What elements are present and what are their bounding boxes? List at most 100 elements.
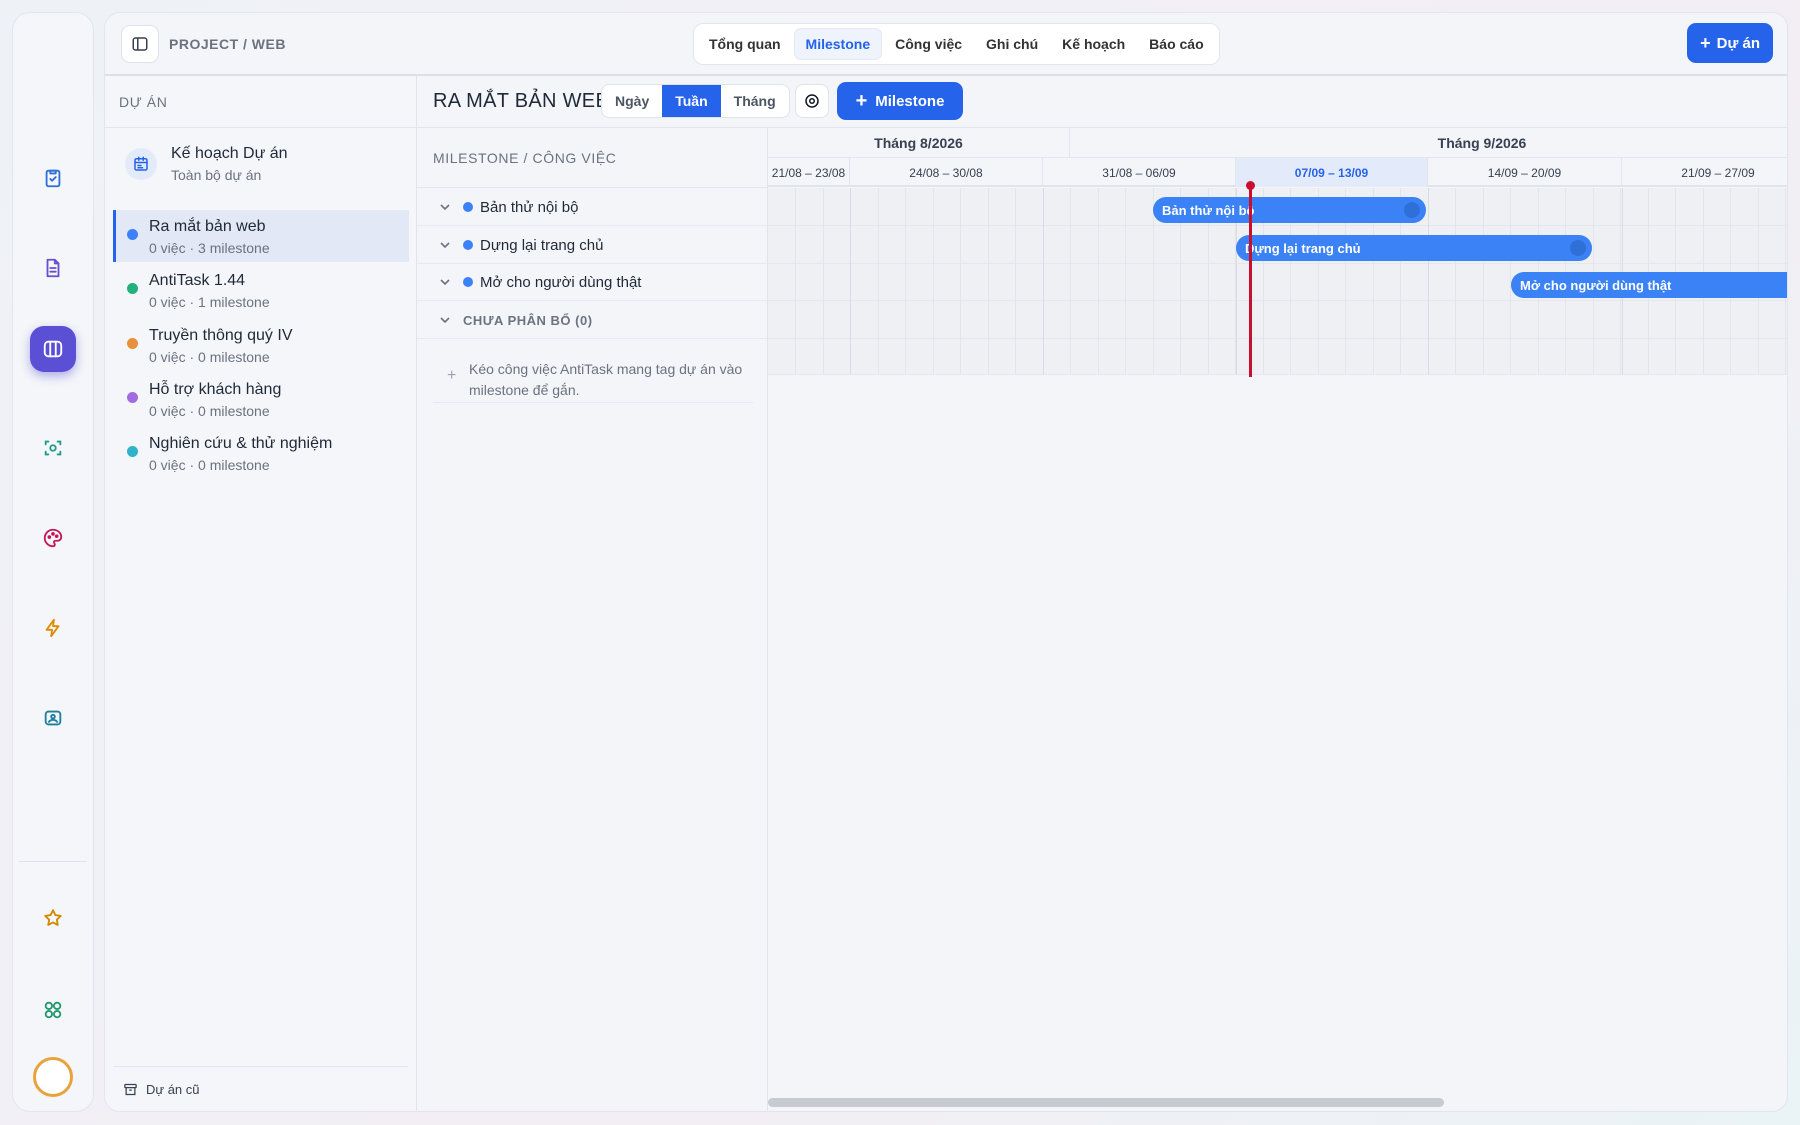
hint-text: Kéo công việc AntiTask mang tag dự án và…: [469, 361, 743, 398]
week-cell: 21/08 – 23/08: [768, 158, 850, 187]
project-meta: 0 việc · 0 milestone: [149, 457, 270, 473]
image-icon[interactable]: [35, 700, 71, 736]
grid-col-line: [795, 188, 796, 375]
archived-projects-button[interactable]: Dự án cũ: [123, 1082, 200, 1097]
project-plan-item[interactable]: Kế hoạch Dự án Toàn bộ dự án: [119, 140, 409, 192]
month-header: Tháng 8/2026 Tháng 9/2026: [768, 128, 1787, 158]
top-bar: PROJECT / WEB Tổng quan Milestone Công v…: [105, 13, 1787, 76]
star-icon[interactable]: [35, 900, 71, 936]
project-panel: DỰ ÁN Kế hoạch Dự án Toàn bộ dự án Ra mắ…: [105, 76, 417, 1111]
week-cell: 21/09 – 27/09: [1622, 158, 1787, 187]
grid-col-line: [1098, 188, 1099, 375]
plan-title: Kế hoạch Dự án: [171, 145, 288, 162]
chevron-down-icon[interactable]: [439, 239, 451, 251]
milestone-label: Bản thử nội bộ: [480, 199, 579, 216]
focus-today-button[interactable]: [795, 84, 829, 118]
milestone-bar[interactable]: Dựng lại trang chủ: [1236, 235, 1592, 261]
milestone-row[interactable]: Bản thử nội bộ: [417, 188, 767, 226]
tab-plan[interactable]: Kế hoạch: [1051, 29, 1136, 59]
project-name: AntiTask 1.44: [149, 272, 246, 289]
week-cell: 31/08 – 06/09: [1043, 158, 1236, 187]
project-name: Ra mắt bản web: [149, 218, 266, 235]
project-name: Truyền thông quý IV: [149, 327, 293, 344]
view-day[interactable]: Ngày: [602, 85, 662, 117]
week-header: 21/08 – 23/08 24/08 – 30/08 31/08 – 06/0…: [768, 158, 1787, 187]
tab-reports[interactable]: Báo cáo: [1138, 29, 1214, 59]
tab-overview[interactable]: Tổng quan: [698, 29, 792, 59]
avatar[interactable]: [33, 1057, 73, 1097]
project-item-web-launch[interactable]: Ra mắt bản web 0 việc · 3 milestone: [113, 210, 409, 262]
document-icon[interactable]: [35, 250, 71, 286]
grid-week-line: [850, 188, 851, 375]
plus-icon: +: [447, 367, 457, 384]
week-cell: 14/09 – 20/09: [1428, 158, 1622, 187]
tab-notes[interactable]: Ghi chú: [975, 29, 1049, 59]
milestone-label: Dựng lại trang chủ: [480, 237, 604, 254]
lightning-icon[interactable]: [35, 610, 71, 646]
tab-milestone[interactable]: Milestone: [793, 28, 883, 60]
milestone-bar[interactable]: Mở cho người dùng thật: [1511, 272, 1787, 298]
page-title: RA MẮT BẢN WEB: [433, 90, 610, 112]
unassigned-row[interactable]: CHƯA PHÂN BỔ (0): [417, 301, 767, 339]
grid-row-line: [768, 300, 1787, 301]
bar-resize-handle[interactable]: [1404, 202, 1420, 218]
grid-week-line: [1428, 188, 1429, 375]
grid-col-line: [878, 188, 879, 375]
week-cell-current: 07/09 – 13/09: [1236, 158, 1428, 187]
project-item-research[interactable]: Nghiên cứu & thử nghiệm 0 việc · 0 miles…: [113, 427, 409, 479]
column-header: MILESTONE / CÔNG VIỆC: [433, 150, 617, 166]
plus-icon: +: [1700, 33, 1711, 53]
bar-label: Dựng lại trang chủ: [1245, 240, 1361, 256]
add-milestone-label: Milestone: [875, 92, 945, 110]
project-item-communications[interactable]: Truyền thông quý IV 0 việc · 0 milestone: [113, 319, 409, 371]
view-week[interactable]: Tuần: [662, 85, 721, 117]
tab-tasks[interactable]: Công việc: [884, 29, 973, 59]
project-item-support[interactable]: Hỗ trợ khách hàng 0 việc · 0 milestone: [113, 373, 409, 425]
today-line: [1249, 184, 1252, 377]
project-item-antitask[interactable]: AntiTask 1.44 0 việc · 1 milestone: [113, 264, 409, 316]
palette-icon[interactable]: [35, 520, 71, 556]
horizontal-scrollbar[interactable]: [768, 1098, 1444, 1107]
grid-col-line: [988, 188, 989, 375]
milestone-bar[interactable]: Bản thử nội bộ: [1153, 197, 1426, 223]
nav-tabs: Tổng quan Milestone Công việc Ghi chú Kế…: [693, 23, 1220, 65]
grid-row-line: [768, 263, 1787, 264]
archive-icon: [124, 1083, 137, 1096]
chevron-down-icon[interactable]: [439, 314, 451, 326]
grid-col-line: [1125, 188, 1126, 375]
breadcrumb: PROJECT / WEB: [169, 36, 286, 52]
grid-row-line: [768, 225, 1787, 226]
milestone-label: Mở cho người dùng thật: [480, 274, 642, 291]
unassigned-label: CHƯA PHÂN BỔ (0): [463, 313, 593, 328]
milestone-row[interactable]: Dựng lại trang chủ: [417, 226, 767, 264]
project-color-dot: [127, 338, 138, 349]
columns-icon[interactable]: [30, 326, 76, 372]
grid-apps-icon[interactable]: [35, 992, 71, 1028]
milestone-dot: [463, 240, 473, 250]
calendar-icon: [125, 148, 157, 180]
scan-icon[interactable]: [35, 430, 71, 466]
plus-icon: +: [855, 90, 868, 112]
grid-week-line: [1043, 188, 1044, 375]
project-color-dot: [127, 283, 138, 294]
chevron-down-icon[interactable]: [439, 276, 451, 288]
sidebar-toggle-button[interactable]: [121, 25, 159, 63]
bar-resize-handle[interactable]: [1570, 240, 1586, 256]
add-milestone-button[interactable]: + Milestone: [837, 82, 963, 120]
view-toggle: Ngày Tuần Tháng: [601, 84, 790, 118]
drop-hint: + Kéo công việc AntiTask mang tag dự án …: [433, 353, 753, 403]
clipboard-check-icon[interactable]: [35, 160, 71, 196]
new-project-label: Dự án: [1716, 34, 1760, 52]
grid-row-line: [768, 338, 1787, 339]
milestone-list: MILESTONE / CÔNG VIỆC Bản thử nội bộ Dựn…: [417, 128, 768, 1111]
new-project-button[interactable]: + Dự án: [1687, 23, 1773, 63]
milestone-row[interactable]: Mở cho người dùng thật: [417, 263, 767, 301]
chevron-down-icon[interactable]: [439, 201, 451, 213]
month-september: Tháng 9/2026: [1437, 135, 1527, 151]
main-window: PROJECT / WEB Tổng quan Milestone Công v…: [104, 12, 1788, 1112]
project-meta: 0 việc · 0 milestone: [149, 349, 270, 365]
milestone-dot: [463, 277, 473, 287]
project-name: Hỗ trợ khách hàng: [149, 381, 282, 398]
plan-subtitle: Toàn bộ dự án: [171, 167, 262, 183]
view-month[interactable]: Tháng: [721, 85, 789, 117]
